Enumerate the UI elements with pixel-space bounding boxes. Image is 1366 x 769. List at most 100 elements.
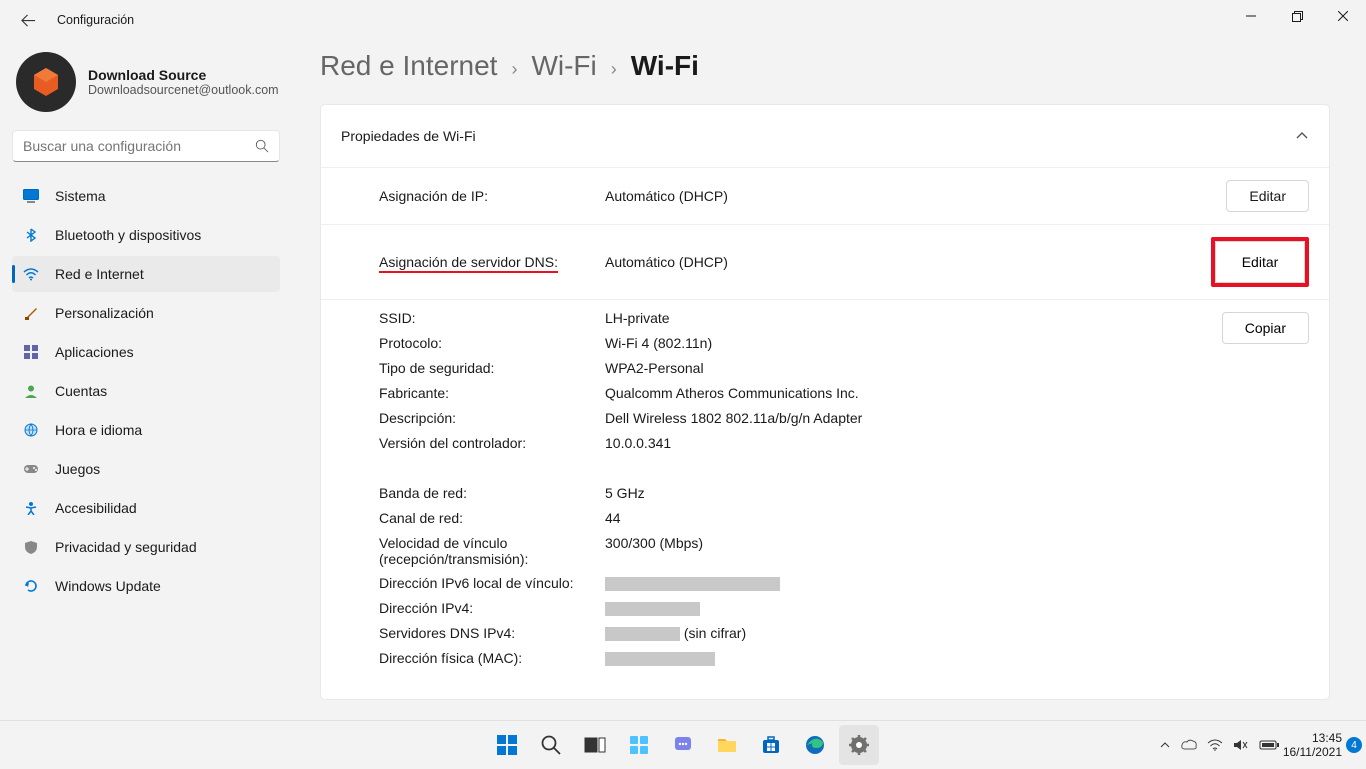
shield-icon bbox=[23, 539, 39, 555]
channel-label: Canal de red: bbox=[379, 510, 605, 526]
chat-button[interactable] bbox=[663, 725, 703, 765]
wifi-details: Copiar SSID:LH-private Protocolo:Wi-Fi 4… bbox=[321, 299, 1329, 699]
task-center bbox=[487, 721, 879, 768]
brush-icon bbox=[23, 305, 39, 321]
speed-label: Velocidad de vínculo (recepción/transmis… bbox=[379, 535, 605, 567]
nav-label: Sistema bbox=[55, 188, 106, 204]
ip-value: Automático (DHCP) bbox=[605, 188, 1226, 204]
nav-item-network[interactable]: Red e Internet bbox=[12, 256, 280, 292]
security-value: WPA2-Personal bbox=[605, 360, 1309, 376]
chevron-up-icon bbox=[1295, 129, 1309, 143]
taskview-button[interactable] bbox=[575, 725, 615, 765]
globe-clock-icon bbox=[23, 422, 39, 438]
edit-dns-button[interactable]: Editar bbox=[1215, 241, 1305, 283]
search-button[interactable] bbox=[531, 725, 571, 765]
wifi-tray-icon[interactable] bbox=[1207, 739, 1223, 751]
widgets-button[interactable] bbox=[619, 725, 659, 765]
maximize-button[interactable] bbox=[1274, 0, 1320, 32]
tray-clock[interactable]: 13:45 16/11/2021 bbox=[1283, 731, 1342, 759]
dns-value: Automático (DHCP) bbox=[605, 254, 1211, 270]
nav-item-update[interactable]: Windows Update bbox=[12, 568, 280, 604]
description-value: Dell Wireless 1802 802.11a/b/g/n Adapter bbox=[605, 410, 1309, 426]
back-button[interactable] bbox=[13, 5, 43, 35]
chevron-right-icon: › bbox=[611, 59, 617, 80]
person-icon bbox=[23, 383, 39, 399]
tray-date: 16/11/2021 bbox=[1283, 745, 1342, 759]
start-button[interactable] bbox=[487, 725, 527, 765]
battery-icon[interactable] bbox=[1259, 739, 1279, 751]
update-icon bbox=[23, 578, 39, 594]
nav-item-gaming[interactable]: Juegos bbox=[12, 451, 280, 487]
nav: Sistema Bluetooth y dispositivos Red e I… bbox=[12, 178, 296, 604]
profile[interactable]: Download Source Downloadsourcenet@outloo… bbox=[12, 52, 296, 112]
system-tray: 13:45 16/11/2021 4 bbox=[1159, 721, 1362, 769]
mac-label: Dirección física (MAC): bbox=[379, 650, 605, 666]
chevron-up-icon[interactable] bbox=[1159, 739, 1171, 751]
sidebar: Download Source Downloadsourcenet@outloo… bbox=[0, 40, 296, 604]
profile-email: Downloadsourcenet@outlook.com bbox=[88, 83, 279, 97]
minimize-button[interactable] bbox=[1228, 0, 1274, 32]
breadcrumb: Red e Internet › Wi-Fi › Wi-Fi bbox=[320, 50, 1330, 82]
nav-label: Juegos bbox=[55, 461, 100, 477]
band-value: 5 GHz bbox=[605, 485, 1309, 501]
ipv6-label: Dirección IPv6 local de vínculo: bbox=[379, 575, 605, 591]
copy-button[interactable]: Copiar bbox=[1222, 312, 1309, 344]
arrow-left-icon bbox=[21, 13, 36, 28]
ipv4-label: Dirección IPv4: bbox=[379, 600, 605, 616]
nav-label: Hora e idioma bbox=[55, 422, 142, 438]
security-label: Tipo de seguridad: bbox=[379, 360, 605, 376]
dns-assignment-row: Asignación de servidor DNS: Automático (… bbox=[321, 224, 1329, 299]
protocol-value: Wi-Fi 4 (802.11n) bbox=[605, 335, 1309, 351]
driver-value: 10.0.0.341 bbox=[605, 435, 1309, 451]
store-button[interactable] bbox=[751, 725, 791, 765]
nav-item-system[interactable]: Sistema bbox=[12, 178, 280, 214]
nav-label: Cuentas bbox=[55, 383, 107, 399]
taskbar: 13:45 16/11/2021 4 bbox=[0, 720, 1366, 768]
tray-time: 13:45 bbox=[1283, 731, 1342, 745]
nav-item-accessibility[interactable]: Accesibilidad bbox=[12, 490, 280, 526]
driver-label: Versión del controlador: bbox=[379, 435, 605, 451]
nav-label: Windows Update bbox=[55, 578, 161, 594]
protocol-label: Protocolo: bbox=[379, 335, 605, 351]
nav-item-personalization[interactable]: Personalización bbox=[12, 295, 280, 331]
notification-badge[interactable]: 4 bbox=[1346, 737, 1362, 753]
ip-assignment-row: Asignación de IP: Automático (DHCP) Edit… bbox=[321, 167, 1329, 224]
nav-item-time[interactable]: Hora e idioma bbox=[12, 412, 280, 448]
onedrive-icon[interactable] bbox=[1181, 739, 1197, 751]
speed-value: 300/300 (Mbps) bbox=[605, 535, 1309, 551]
description-label: Descripción: bbox=[379, 410, 605, 426]
gamepad-icon bbox=[23, 461, 39, 477]
edit-ip-button[interactable]: Editar bbox=[1226, 180, 1309, 212]
bluetooth-icon bbox=[23, 227, 39, 243]
volume-icon[interactable] bbox=[1233, 738, 1249, 752]
dns-label: Asignación de servidor DNS: bbox=[379, 254, 605, 270]
explorer-button[interactable] bbox=[707, 725, 747, 765]
card-header[interactable]: Propiedades de Wi-Fi bbox=[321, 105, 1329, 167]
nav-item-apps[interactable]: Aplicaciones bbox=[12, 334, 280, 370]
accessibility-icon bbox=[23, 500, 39, 516]
card-title: Propiedades de Wi-Fi bbox=[341, 128, 476, 144]
edit-dns-highlight: Editar bbox=[1211, 237, 1309, 287]
settings-button[interactable] bbox=[839, 725, 879, 765]
nav-item-accounts[interactable]: Cuentas bbox=[12, 373, 280, 409]
profile-name: Download Source bbox=[88, 67, 279, 83]
search-icon bbox=[255, 139, 269, 153]
nav-item-bluetooth[interactable]: Bluetooth y dispositivos bbox=[12, 217, 280, 253]
edge-button[interactable] bbox=[795, 725, 835, 765]
breadcrumb-wifi[interactable]: Wi-Fi bbox=[531, 50, 596, 82]
search-input[interactable] bbox=[23, 138, 255, 154]
channel-value: 44 bbox=[605, 510, 1309, 526]
avatar bbox=[16, 52, 76, 112]
titlebar: Configuración bbox=[0, 0, 1366, 40]
tray-icons[interactable] bbox=[1159, 738, 1279, 752]
nav-item-privacy[interactable]: Privacidad y seguridad bbox=[12, 529, 280, 565]
grid-icon bbox=[23, 344, 39, 360]
breadcrumb-network[interactable]: Red e Internet bbox=[320, 50, 497, 82]
wifi-properties-card: Propiedades de Wi-Fi Asignación de IP: A… bbox=[320, 104, 1330, 700]
app-title: Configuración bbox=[57, 13, 134, 27]
ssid-value: LH-private bbox=[605, 310, 1309, 326]
close-button[interactable] bbox=[1320, 0, 1366, 32]
main-content: Red e Internet › Wi-Fi › Wi-Fi Propiedad… bbox=[320, 50, 1330, 700]
ipv6-value bbox=[605, 575, 1309, 591]
search-box[interactable] bbox=[12, 130, 280, 162]
